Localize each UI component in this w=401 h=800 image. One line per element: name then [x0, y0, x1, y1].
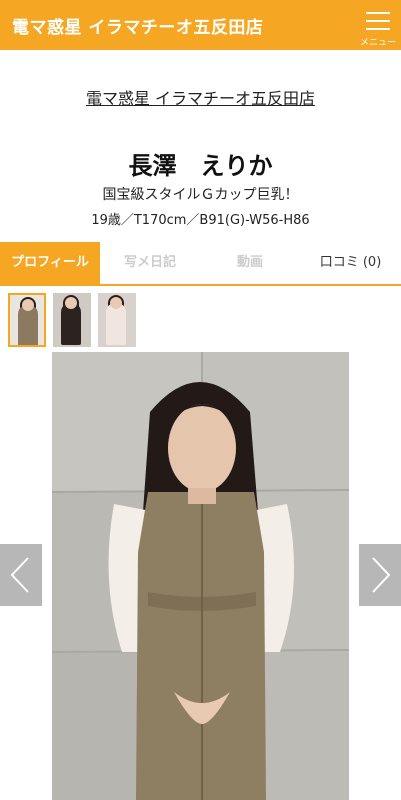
menu-label: メニュー	[359, 38, 396, 48]
next-photo-button[interactable]	[359, 544, 401, 606]
shop-link[interactable]: 電マ惑星 イラマチーオ五反田店	[0, 85, 401, 109]
profile-catch-copy: 国宝級スタイルＧカップ巨乳！	[102, 187, 299, 203]
chevron-left-icon	[10, 557, 29, 593]
hamburger-icon	[366, 12, 390, 14]
menu-button[interactable]: メニュー	[355, 0, 401, 50]
thumbnail-3[interactable]	[98, 293, 136, 347]
tab-reviews[interactable]: 口コミ (0)	[300, 242, 401, 284]
profile-photo	[52, 352, 349, 800]
tab-photo-diary: 写メ日記	[123, 255, 176, 270]
prev-photo-button[interactable]	[0, 544, 42, 606]
thumbnail-1[interactable]	[8, 293, 46, 347]
profile-specs: 19歳／T170cm／B91(G)-W56-H86	[91, 213, 310, 228]
header-bar: 電マ惑星 イラマチーオ五反田店 メニュー	[0, 0, 401, 50]
tab-profile[interactable]: プロフィール	[0, 242, 100, 284]
tab-video: 動画	[236, 255, 263, 270]
site-title[interactable]: 電マ惑星 イラマチーオ五反田店	[12, 13, 263, 38]
profile-tabs: プロフィール 写メ日記 動画 口コミ (0)	[0, 242, 401, 286]
profile-name: 長澤 えりか	[128, 152, 273, 180]
chevron-right-icon	[372, 557, 391, 593]
main-photo	[52, 352, 349, 800]
thumbnail-2[interactable]	[53, 293, 91, 347]
